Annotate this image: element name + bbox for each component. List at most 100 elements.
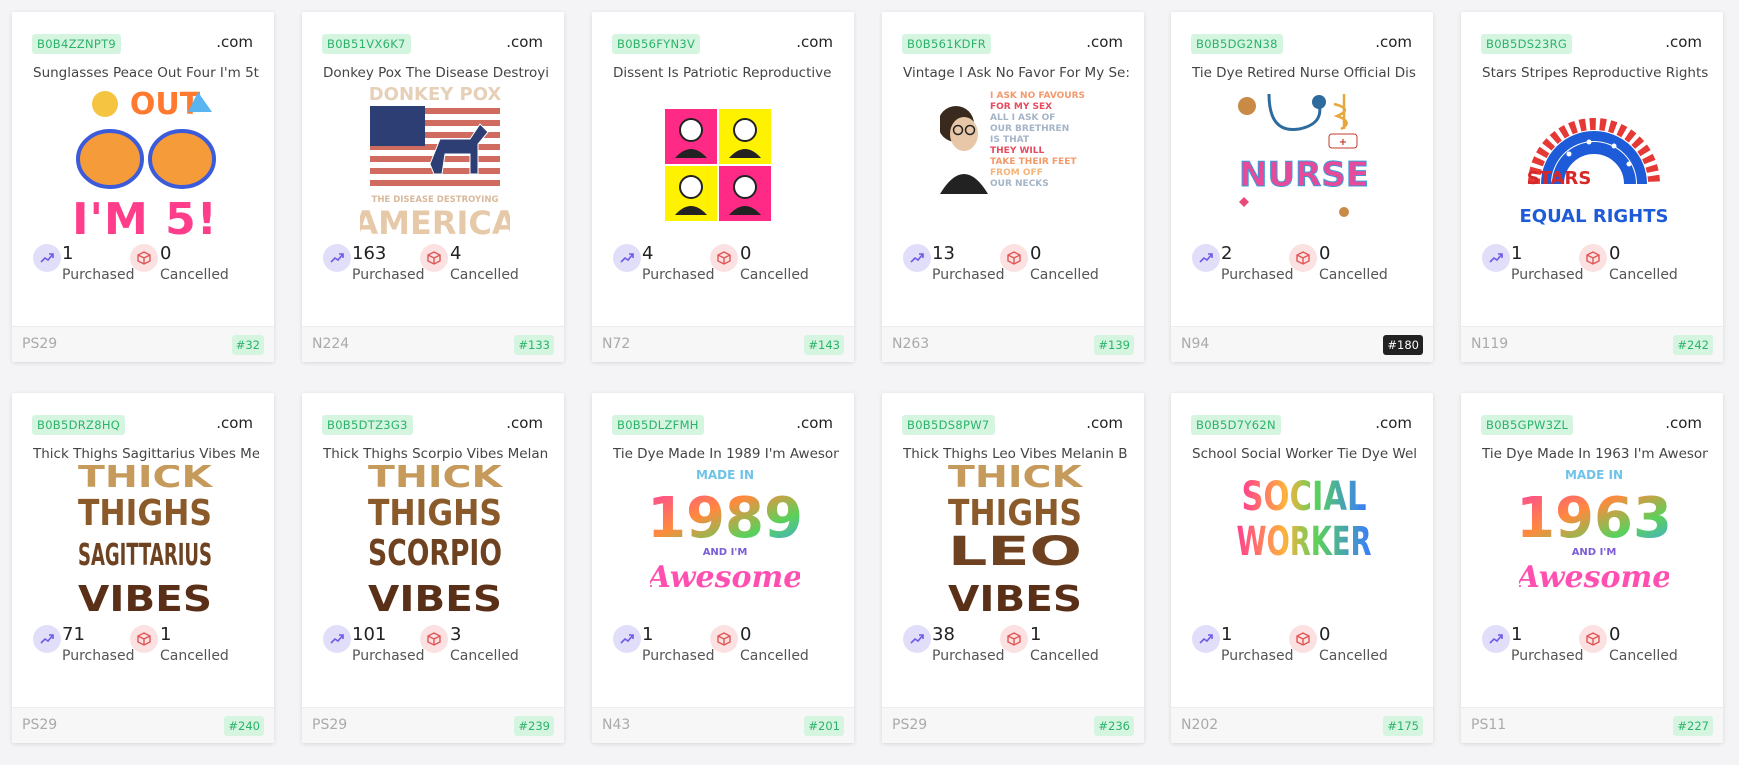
marketplace-domain: .com (796, 33, 833, 51)
product-title[interactable]: Dissent Is Patriotic Reproductive (613, 65, 839, 81)
purchased-label: Purchased (642, 648, 715, 664)
svg-text:OUT: OUT (130, 87, 201, 122)
asin-badge[interactable]: B0B5DS23RG (1481, 34, 1573, 54)
box-icon (1579, 625, 1607, 653)
asin-badge[interactable]: B0B5DTZ3G3 (322, 415, 413, 435)
product-title[interactable]: Vintage I Ask No Favor For My Se: (903, 65, 1129, 81)
asin-badge[interactable]: B0B5DLZFMH (612, 415, 704, 435)
svg-text:MADE IN: MADE IN (1565, 468, 1623, 482)
product-card[interactable]: B0B56FYN3V .com Dissent Is Patriotic Rep… (592, 12, 854, 362)
asin-badge[interactable]: B0B5DS8PW7 (902, 415, 995, 435)
cancelled-count: 1 (1030, 624, 1042, 645)
purchased-label: Purchased (62, 648, 135, 664)
product-image[interactable]: MADE IN 1963 AND I'M Awesome (1514, 465, 1672, 627)
card-footer: N43 #201 (592, 707, 854, 743)
box-icon (130, 625, 158, 653)
product-image[interactable]: THICK THIGHS SAGITTARIUS VIBES (70, 460, 220, 627)
asin-badge[interactable]: B0B5DRZ8HQ (32, 415, 126, 435)
product-image[interactable]: MADE IN 1989 AND I'M Awesome (645, 465, 803, 627)
asin-badge[interactable]: B0B5GPW3ZL (1481, 415, 1574, 435)
product-image[interactable]: THICK THIGHS LEO VIBES (940, 460, 1090, 627)
marketplace-domain: .com (1086, 33, 1123, 51)
trending-up-icon (1482, 625, 1510, 653)
cancelled-count: 0 (1319, 624, 1331, 645)
svg-text:AND I'M: AND I'M (1572, 547, 1617, 558)
product-card[interactable]: B0B5GPW3ZL .com Tie Dye Made In 1963 I'm… (1461, 393, 1723, 743)
purchased-label: Purchased (1221, 267, 1294, 283)
purchased-count: 13 (932, 243, 955, 264)
product-title[interactable]: School Social Worker Tie Dye Wel (1192, 446, 1418, 462)
product-image[interactable]: DONKEY POX THE DISEASE DESTROYING AMERICA (353, 84, 517, 246)
product-title[interactable]: Sunglasses Peace Out Four I'm 5t (33, 65, 259, 81)
product-title[interactable]: Thick Thighs Scorpio Vibes Melan (323, 446, 549, 462)
product-card[interactable]: B0B561KDFR .com Vintage I Ask No Favor F… (882, 12, 1144, 362)
asin-badge[interactable]: B0B5DG2N38 (1191, 34, 1283, 54)
rank-badge: #239 (514, 716, 554, 736)
product-card[interactable]: B0B51VX6K7 .com Donkey Pox The Disease D… (302, 12, 564, 362)
product-title[interactable]: Thick Thighs Sagittarius Vibes Me (33, 446, 259, 462)
product-title[interactable]: Donkey Pox The Disease Destroyi (323, 65, 549, 81)
product-title[interactable]: Thick Thighs Leo Vibes Melanin B (903, 446, 1129, 462)
product-image[interactable]: THICK THIGHS SCORPIO VIBES (360, 460, 510, 627)
product-image[interactable] (650, 84, 800, 246)
svg-text:EQUAL RIGHTS: EQUAL RIGHTS (1520, 206, 1669, 227)
svg-text:AND I'M: AND I'M (703, 547, 748, 558)
purchased-count: 1 (1511, 624, 1523, 645)
card-footer: PS29 #236 (882, 707, 1144, 743)
cancelled-label: Cancelled (450, 648, 519, 664)
trending-up-icon (33, 625, 61, 653)
product-card[interactable]: B0B4ZZNPT9 .com Sunglasses Peace Out Fou… (12, 12, 274, 362)
box-icon (1289, 244, 1317, 272)
cancelled-count: 0 (740, 243, 752, 264)
marketplace-domain: .com (506, 33, 543, 51)
purchased-label: Purchased (932, 267, 1005, 283)
svg-text:LEO: LEO (948, 529, 1082, 575)
product-image[interactable]: OUT I'M 5! (70, 84, 220, 246)
box-icon (710, 625, 738, 653)
product-code: PS29 (22, 336, 58, 352)
svg-text:SCORPIO: SCORPIO (368, 533, 502, 574)
product-image[interactable]: STARS EQUAL RIGHTS (1519, 84, 1669, 246)
svg-text:THIGHS: THIGHS (948, 493, 1082, 534)
product-card[interactable]: B0B5DS23RG .com Stars Stripes Reproducti… (1461, 12, 1723, 362)
svg-text:SAGITTARIUS: SAGITTARIUS (78, 538, 212, 573)
card-footer: PS29 #239 (302, 707, 564, 743)
asin-badge[interactable]: B0B56FYN3V (612, 34, 701, 54)
product-card[interactable]: B0B5DLZFMH .com Tie Dye Made In 1989 I'm… (592, 393, 854, 743)
svg-text:FROM OFF: FROM OFF (990, 168, 1043, 178)
box-icon (130, 244, 158, 272)
asin-badge[interactable]: B0B561KDFR (902, 34, 992, 54)
product-image[interactable]: I ASK NO FAVOURS FOR MY SEX ALL I ASK OF OU… (938, 84, 1090, 246)
asin-badge[interactable]: B0B51VX6K7 (322, 34, 411, 54)
card-footer: N94 #180 (1171, 326, 1433, 362)
cancelled-count: 0 (1030, 243, 1042, 264)
marketplace-domain: .com (796, 414, 833, 432)
purchased-count: 101 (352, 624, 387, 645)
product-card[interactable]: B0B5DS8PW7 .com Thick Thighs Leo Vibes M… (882, 393, 1144, 743)
svg-text:DONKEY POX: DONKEY POX (369, 84, 502, 105)
cancelled-label: Cancelled (1609, 648, 1678, 664)
svg-text:THIGHS: THIGHS (78, 493, 212, 534)
product-title[interactable]: Stars Stripes Reproductive Rights (1482, 65, 1708, 81)
svg-text:STARS: STARS (1527, 168, 1592, 189)
box-icon (1000, 625, 1028, 653)
product-card[interactable]: B0B5DG2N38 .com Tie Dye Retired Nurse Of… (1171, 12, 1433, 362)
rank-badge: #242 (1673, 335, 1713, 355)
product-card[interactable]: B0B5D7Y62N .com School Social Worker Tie… (1171, 393, 1433, 743)
product-image[interactable]: SOCIAL WORKER (1229, 465, 1379, 627)
box-icon (1289, 625, 1317, 653)
asin-badge[interactable]: B0B5D7Y62N (1191, 415, 1281, 435)
product-card[interactable]: B0B5DTZ3G3 .com Thick Thighs Scorpio Vib… (302, 393, 564, 743)
svg-text:VIBES: VIBES (948, 579, 1082, 620)
product-title[interactable]: Tie Dye Retired Nurse Official Dis (1192, 65, 1418, 81)
card-footer: N224 #133 (302, 326, 564, 362)
product-title[interactable]: Tie Dye Made In 1963 I'm Awesom (1482, 446, 1708, 462)
product-card[interactable]: B0B5DRZ8HQ .com Thick Thighs Sagittarius… (12, 393, 274, 743)
card-footer: N119 #242 (1461, 326, 1723, 362)
product-title[interactable]: Tie Dye Made In 1989 I'm Awesom (613, 446, 839, 462)
product-image[interactable]: + NURSE (1229, 84, 1379, 246)
trending-up-icon (33, 244, 61, 272)
trending-up-icon (613, 244, 641, 272)
svg-text:THICK: THICK (948, 465, 1084, 495)
asin-badge[interactable]: B0B4ZZNPT9 (32, 34, 122, 54)
